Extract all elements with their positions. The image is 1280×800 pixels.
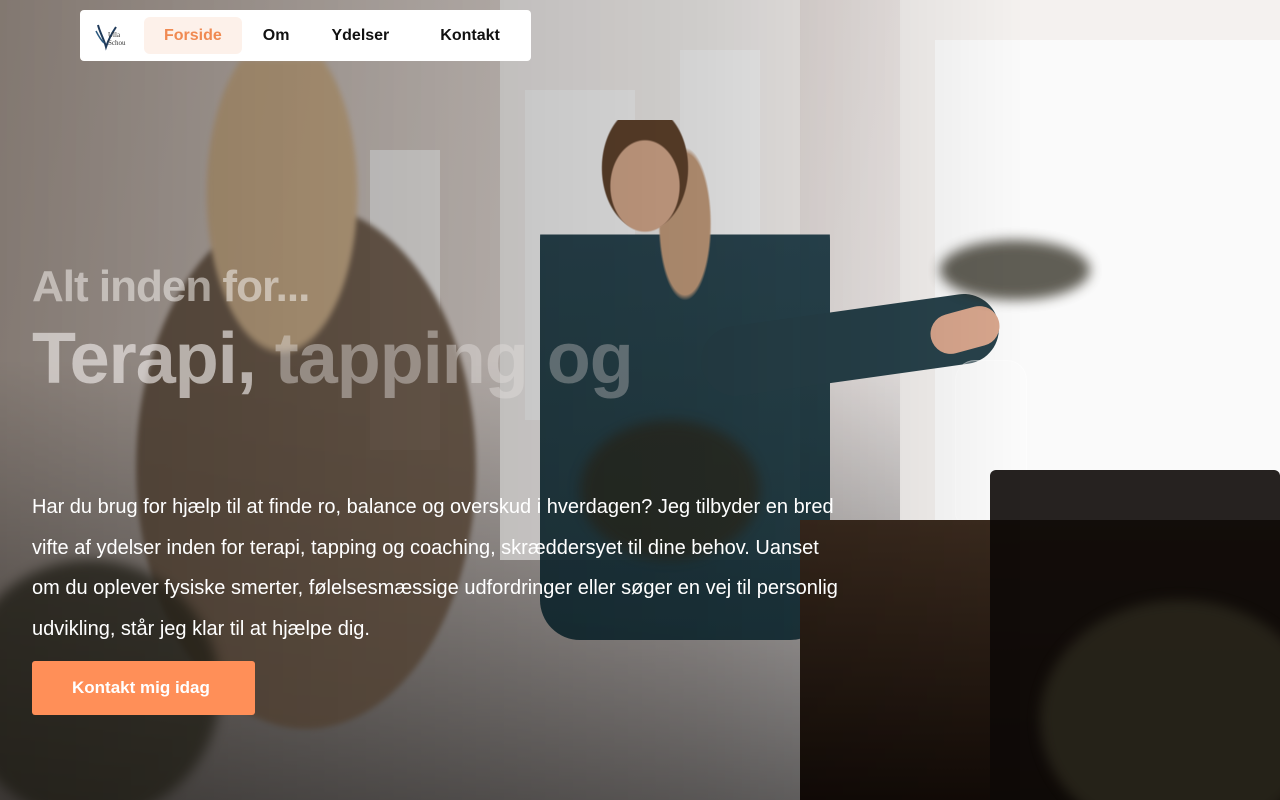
headline-word: Terapi,	[32, 319, 257, 399]
svg-text:Ulla: Ulla	[108, 31, 121, 39]
hero-description: Har du brug for hjælp til at finde ro, b…	[32, 496, 838, 640]
hero-kicker: Alt inden for...	[32, 262, 310, 311]
nav-item-forside[interactable]: Forside	[144, 17, 242, 54]
nav-item-ydelser[interactable]: Ydelser	[310, 17, 420, 54]
headline-word: og	[546, 319, 634, 399]
nav-item-kontakt[interactable]: Kontakt	[420, 17, 520, 54]
svg-text:Schou: Schou	[108, 39, 126, 47]
headline-word: tapping	[274, 319, 529, 399]
main-navigation: Ulla Schou Forside Om Ydelser Kontakt	[80, 10, 531, 61]
nav-item-om[interactable]: Om	[242, 17, 311, 54]
contact-cta-button[interactable]: Kontakt mig idag	[32, 661, 255, 715]
brand-logo[interactable]: Ulla Schou	[92, 21, 134, 51]
hero-headline: Terapi, tapping og	[32, 318, 634, 400]
